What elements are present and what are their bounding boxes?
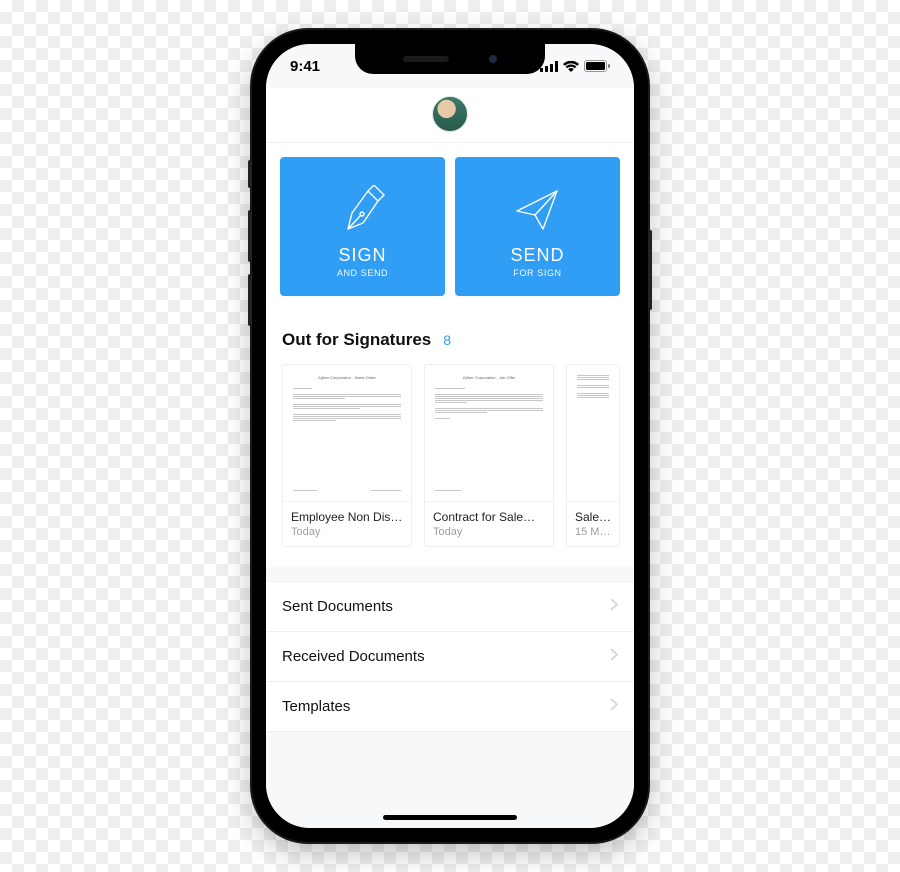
phone-volume-up [248, 210, 252, 262]
notch [355, 44, 545, 74]
out-for-signatures-title: Out for Signatures [282, 330, 431, 350]
nav-sent-documents[interactable]: Sent Documents [266, 582, 634, 632]
phone-frame: 9:41 [252, 30, 648, 842]
phone-mute-switch [248, 160, 252, 188]
phone-volume-down [248, 274, 252, 326]
paper-plane-icon [513, 179, 563, 241]
sign-label: SIGN [338, 245, 386, 266]
document-card[interactable]: Zylker Corporation - Job Offer Contract … [424, 364, 554, 547]
list-item-label: Received Documents [282, 648, 425, 665]
document-card[interactable]: Zylker Corporation - Sales Order Employe… [282, 364, 412, 547]
out-for-signatures-head: Out for Signatures 8 [266, 310, 634, 360]
nav-received-documents[interactable]: Received Documents [266, 632, 634, 682]
action-row: SIGN AND SEND SEND FOR SIGN [266, 143, 634, 310]
avatar[interactable] [432, 96, 468, 132]
documents-scroll[interactable]: Zylker Corporation - Sales Order Employe… [266, 360, 634, 567]
document-date: Today [291, 526, 403, 538]
out-for-signatures-count: 8 [443, 332, 451, 348]
wifi-icon [563, 61, 579, 72]
send-for-sign-card[interactable]: SEND FOR SIGN [455, 157, 620, 296]
send-label: SEND [510, 245, 564, 266]
list-item-label: Templates [282, 698, 350, 715]
document-preview: Zylker Corporation - Job Offer [425, 365, 553, 501]
status-icons [540, 60, 610, 72]
document-preview: Zylker Corporation - Sales Order [283, 365, 411, 501]
document-title: Employee Non Dis… [291, 510, 403, 524]
document-title: Sale… [575, 510, 611, 524]
chevron-right-icon [610, 698, 618, 715]
phone-side-button [648, 230, 652, 310]
nav-templates[interactable]: Templates [266, 682, 634, 732]
app-content: SIGN AND SEND SEND FOR SIGN Out for Sign… [266, 44, 634, 828]
document-card[interactable]: Sale… 15 M… [566, 364, 620, 547]
chevron-right-icon [610, 648, 618, 665]
chevron-right-icon [610, 598, 618, 615]
document-date: 15 M… [575, 526, 611, 538]
send-sublabel: FOR SIGN [513, 268, 561, 278]
home-indicator[interactable] [383, 815, 517, 820]
pen-nib-icon [338, 179, 388, 241]
nav-list: Sent Documents Received Documents Templa… [266, 581, 634, 732]
document-preview [567, 365, 619, 501]
list-item-label: Sent Documents [282, 598, 393, 615]
app-header [266, 88, 634, 143]
document-title: Contract for Sale… [433, 510, 545, 524]
sign-sublabel: AND SEND [337, 268, 388, 278]
battery-icon [584, 60, 610, 72]
document-date: Today [433, 526, 545, 538]
sign-and-send-card[interactable]: SIGN AND SEND [280, 157, 445, 296]
screen: 9:41 [266, 44, 634, 828]
status-time: 9:41 [290, 58, 320, 75]
